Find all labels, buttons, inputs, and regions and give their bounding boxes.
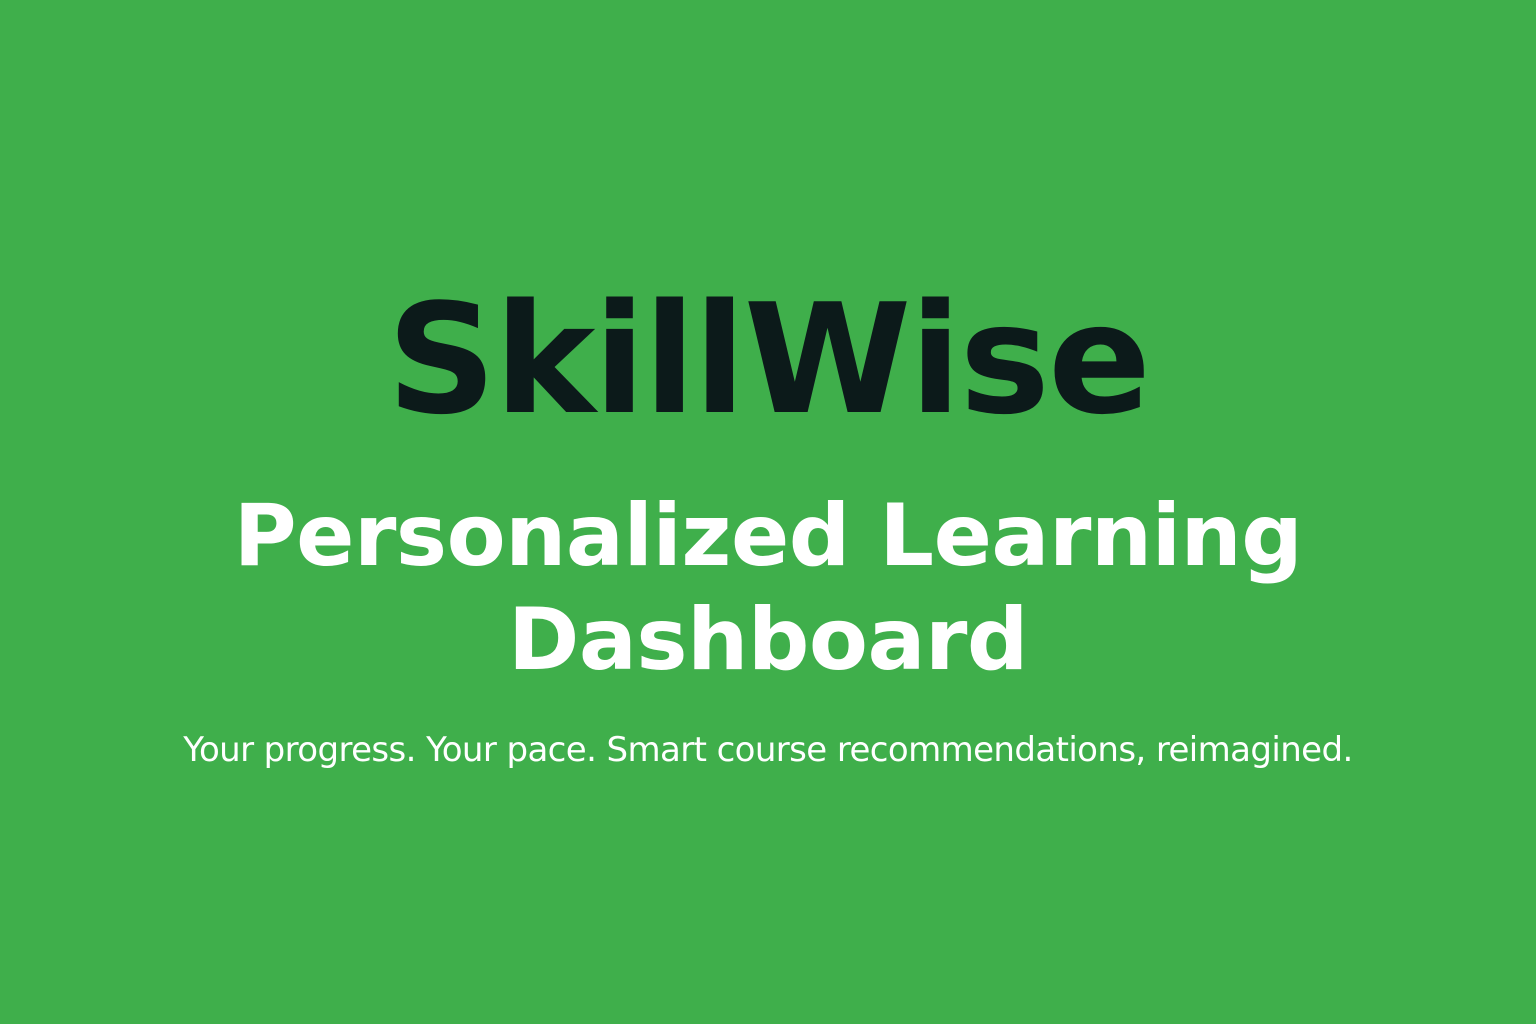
headline-line-1: Personalized Learning	[233, 486, 1303, 586]
brand-logo-text: SkillWise	[386, 271, 1151, 448]
tagline: Your progress. Your pace. Smart course r…	[183, 730, 1353, 770]
hero-banner: SkillWise Personalized Learning Dashboar…	[0, 0, 1536, 1024]
headline: Personalized Learning Dashboard	[0, 484, 1536, 692]
headline-line-2: Dashboard	[508, 590, 1028, 690]
